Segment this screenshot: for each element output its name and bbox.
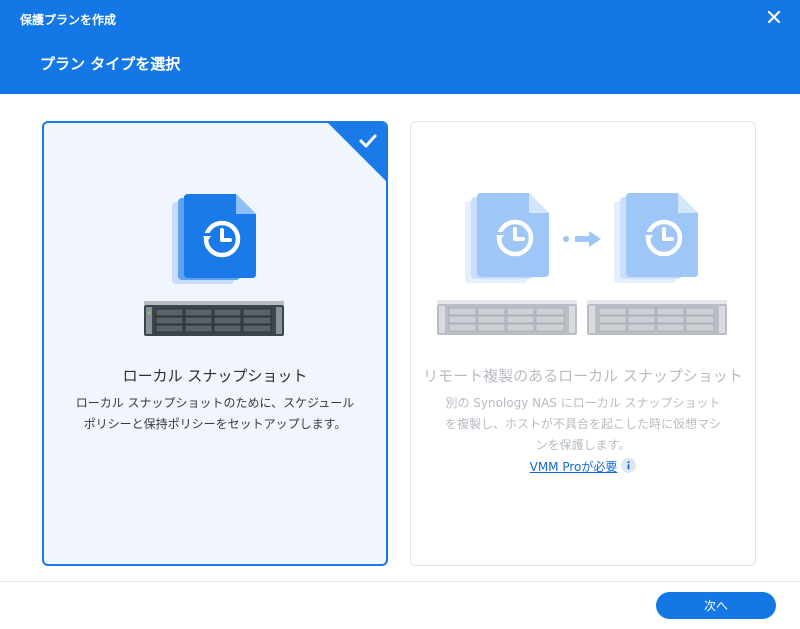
plan-option-remote-replication[interactable]: リモート複製のあるローカル スナップショット 別の Synology NAS に… [410, 121, 756, 566]
next-button[interactable]: 次へ [656, 592, 776, 619]
snapshot-file-icon [614, 193, 698, 283]
card-description-line: ローカル スナップショットのために、スケジュール [75, 396, 355, 410]
dialog-header: 保護プランを作成 プラン タイプを選択 [0, 0, 800, 94]
card-title: ローカル スナップショット [122, 367, 308, 385]
close-icon[interactable] [766, 9, 782, 25]
requirement-row: VMM Proが必要 [411, 458, 755, 475]
card-description-line: ポリシーと保持ポリシーをセットアップします。 [83, 417, 347, 431]
nas-device-icon [437, 300, 577, 335]
card-description-line: ンを保護します。 [535, 438, 631, 452]
info-icon[interactable] [621, 458, 637, 473]
card-title: リモート複製のあるローカル スナップショット [423, 367, 743, 385]
vmm-pro-link[interactable]: VMM Proが必要 [530, 460, 618, 474]
nas-device-icon [587, 300, 727, 335]
nas-device-icon [144, 301, 284, 336]
step-title: プラン タイプを選択 [40, 55, 181, 73]
card-description: 別の Synology NAS にローカル スナップショット を複製し、ホストが… [421, 393, 745, 456]
card-description-line: を複製し、ホストが不具合を起こした時に仮想マシ [444, 417, 721, 431]
selected-check-icon [328, 123, 386, 181]
replication-arrow-icon [563, 231, 601, 247]
plan-option-local-snapshot[interactable]: ローカル スナップショット ローカル スナップショットのために、スケジュール ポ… [42, 121, 388, 566]
snapshot-file-icon [465, 193, 549, 283]
card-description: ローカル スナップショットのために、スケジュール ポリシーと保持ポリシーをセット… [54, 393, 376, 435]
footer-divider [0, 581, 800, 582]
card-description-line: 別の Synology NAS にローカル スナップショット [445, 396, 721, 410]
window-title: 保護プランを作成 [20, 13, 117, 27]
snapshot-file-icon [172, 194, 256, 284]
